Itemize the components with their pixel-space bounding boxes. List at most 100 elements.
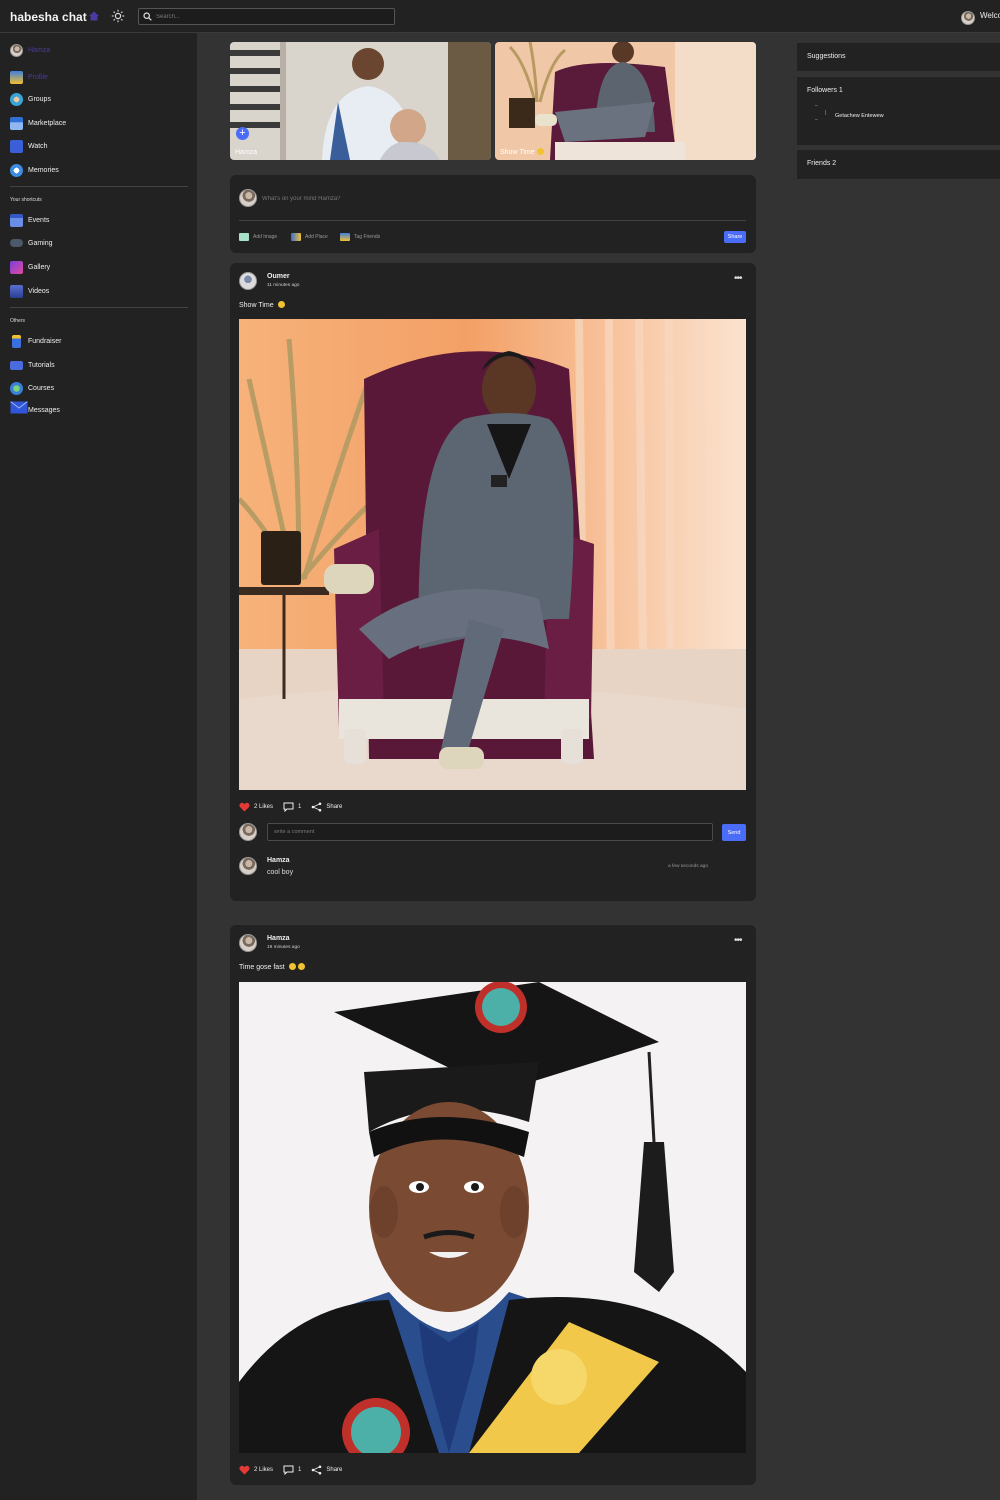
emoji-icon bbox=[288, 963, 296, 970]
sidebar-item-marketplace[interactable]: Marketplace bbox=[10, 115, 66, 131]
divider bbox=[239, 220, 746, 221]
sidebar-item-gaming[interactable]: Gaming bbox=[10, 235, 53, 251]
watch-icon bbox=[10, 139, 23, 153]
emoji-icon bbox=[297, 963, 305, 970]
post-photo bbox=[239, 319, 746, 790]
post-image[interactable] bbox=[239, 982, 746, 1453]
post-text-content: Show Time bbox=[239, 302, 274, 309]
sidebar-item-label: Videos bbox=[28, 287, 50, 295]
sun-icon[interactable] bbox=[111, 9, 125, 23]
sidebar-item-events[interactable]: Events bbox=[10, 212, 49, 228]
post-image[interactable] bbox=[239, 319, 746, 790]
welcome-text: Welcome bbox=[980, 11, 1000, 20]
follower-avatar-placeholder: – bbox=[815, 103, 818, 109]
sidebar-item-courses[interactable]: Courses bbox=[10, 380, 54, 396]
like-button[interactable]: 2 Likes bbox=[239, 1465, 273, 1475]
post-photo bbox=[239, 982, 746, 1453]
avatar bbox=[10, 43, 23, 57]
videos-icon bbox=[10, 284, 23, 298]
sidebar-item-label: Marketplace bbox=[28, 119, 67, 127]
left-sidebar: Hamza Profile Groups Marketplace Watch M… bbox=[0, 33, 197, 1500]
app-logo[interactable]: habesha chat bbox=[10, 10, 87, 24]
composer-input[interactable] bbox=[262, 193, 712, 205]
comments-count: 1 bbox=[298, 804, 302, 810]
search-bar[interactable] bbox=[138, 8, 395, 25]
post-card: Hamza 19 minutes ago ••• Time gose fast bbox=[230, 925, 756, 1485]
gaming-icon bbox=[10, 239, 23, 247]
more-options-icon[interactable]: ••• bbox=[734, 273, 742, 284]
search-input[interactable] bbox=[156, 10, 386, 23]
stories-row: + Hamza Show Time bbox=[230, 42, 756, 160]
send-comment-button[interactable]: Send bbox=[722, 824, 746, 841]
sidebar-item-groups[interactable]: Groups bbox=[10, 91, 51, 107]
sidebar-item-label: Fundraiser bbox=[28, 337, 62, 345]
friends-panel: Friends 2 bbox=[797, 150, 1000, 179]
sidebar-item-label: Profile bbox=[28, 73, 48, 81]
follower-name[interactable]: Getachew Entewew bbox=[835, 113, 884, 119]
nav-user-avatar[interactable] bbox=[961, 9, 975, 27]
likes-count: 2 Likes bbox=[254, 804, 274, 810]
comment-author[interactable]: Hamza bbox=[267, 857, 290, 864]
story-label-text: Show Time bbox=[500, 149, 535, 156]
gallery-icon bbox=[10, 260, 23, 274]
add-image-button[interactable]: Add Image bbox=[239, 232, 277, 242]
tag-friends-icon bbox=[340, 233, 350, 241]
emoji-icon bbox=[277, 301, 285, 308]
sidebar-item-messages[interactable]: Messages bbox=[10, 399, 60, 415]
add-story-button[interactable]: + bbox=[236, 127, 249, 140]
sidebar-item-label: Hamza bbox=[28, 46, 51, 54]
sidebar-item-fundraiser[interactable]: Fundraiser bbox=[10, 333, 61, 349]
emoji-icon bbox=[536, 148, 544, 155]
heart-icon bbox=[239, 1465, 250, 1475]
sidebar-item-label: Watch bbox=[28, 142, 48, 150]
post-actions: 2 Likes 1 Share bbox=[239, 1464, 352, 1476]
profile-icon bbox=[10, 70, 23, 84]
add-place-button[interactable]: Add Place bbox=[291, 232, 328, 242]
comment-input[interactable] bbox=[267, 823, 713, 841]
post-text: Show Time bbox=[239, 301, 285, 309]
sidebar-item-profile[interactable]: Profile bbox=[10, 69, 48, 85]
share-post-button[interactable]: Share bbox=[724, 231, 746, 243]
likes-count: 2 Likes bbox=[254, 1467, 274, 1473]
avatar[interactable] bbox=[239, 934, 257, 952]
share-button[interactable]: Share bbox=[311, 802, 342, 812]
suggestions-title: Suggestions bbox=[807, 53, 846, 60]
sidebar-item-profile-user[interactable]: Hamza bbox=[10, 42, 50, 58]
marketplace-icon bbox=[10, 116, 23, 130]
friends-title: Friends 2 bbox=[807, 160, 837, 167]
followers-title: Followers 1 bbox=[807, 87, 843, 94]
story-card[interactable]: Show Time bbox=[495, 42, 756, 160]
avatar[interactable] bbox=[239, 857, 257, 875]
post-time: 11 minutes ago bbox=[267, 283, 300, 288]
post-composer: Add Image Add Place Tag Friends Share bbox=[230, 175, 756, 253]
like-button[interactable]: 2 Likes bbox=[239, 802, 273, 812]
share-label: Share bbox=[326, 804, 343, 810]
story-card[interactable]: + Hamza bbox=[230, 42, 491, 160]
post-author[interactable]: Oumer bbox=[267, 273, 290, 280]
messages-icon bbox=[10, 400, 28, 413]
sidebar-item-memories[interactable]: Memories bbox=[10, 162, 59, 178]
comment-time: a few seconds ago bbox=[668, 864, 709, 869]
comment-button[interactable]: 1 bbox=[283, 1465, 301, 1475]
sidebar-item-watch[interactable]: Watch bbox=[10, 138, 48, 154]
divider bbox=[10, 307, 188, 308]
comment-button[interactable]: 1 bbox=[283, 802, 301, 812]
avatar[interactable] bbox=[239, 272, 257, 290]
place-icon bbox=[291, 233, 301, 241]
sidebar-item-gallery[interactable]: Gallery bbox=[10, 259, 50, 275]
divider bbox=[10, 186, 188, 187]
home-icon[interactable] bbox=[87, 9, 101, 23]
shortcuts-title: Your shortcuts bbox=[10, 197, 42, 203]
comment-text: cool boy bbox=[267, 869, 294, 876]
tutorials-icon bbox=[10, 360, 23, 370]
avatar bbox=[239, 189, 257, 207]
followers-panel: Followers 1 – | – Getachew Entewew bbox=[797, 77, 1000, 145]
tag-friends-button[interactable]: Tag Friends bbox=[340, 232, 380, 242]
sidebar-item-videos[interactable]: Videos bbox=[10, 283, 49, 299]
post-author[interactable]: Hamza bbox=[267, 935, 290, 942]
share-button[interactable]: Share bbox=[311, 1465, 342, 1475]
post-text: Time gose fast bbox=[239, 963, 305, 971]
more-options-icon[interactable]: ••• bbox=[734, 935, 742, 946]
sidebar-item-tutorials[interactable]: Tutorials bbox=[10, 357, 55, 373]
others-title: Others bbox=[10, 318, 26, 324]
